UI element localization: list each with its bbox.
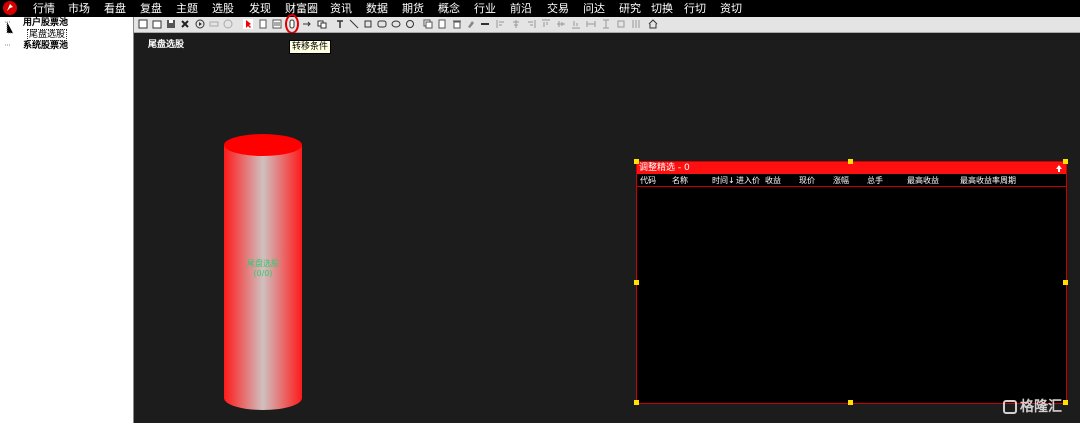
align-center-icon[interactable] bbox=[511, 19, 521, 29]
col-max-return-period[interactable]: 最高收益率周期 bbox=[960, 175, 1016, 186]
menu-item-discover[interactable]: 发现 bbox=[249, 2, 271, 15]
paste-icon[interactable] bbox=[437, 19, 447, 29]
menu-item-news[interactable]: 资讯 bbox=[330, 2, 352, 15]
menu-item-research[interactable]: 研究 bbox=[619, 2, 641, 15]
tree-node-tail-pick[interactable]: 尾盘选股 bbox=[27, 29, 68, 41]
menu-item-watch[interactable]: 看盘 bbox=[104, 2, 126, 15]
tree-node-system-pool[interactable]: 系统股票池 bbox=[23, 41, 68, 51]
line-icon[interactable] bbox=[349, 19, 359, 29]
col-max-return[interactable]: 最高收益 bbox=[907, 175, 939, 186]
line-style-icon[interactable] bbox=[480, 19, 490, 29]
same-height-icon[interactable] bbox=[601, 19, 611, 29]
tooltip-transfer-condition: 转移条件 bbox=[289, 40, 332, 54]
menu-item-row-switch[interactable]: 行切 bbox=[684, 2, 706, 15]
menu-item-replay[interactable]: 复盘 bbox=[140, 2, 162, 15]
tree-node-user-pool[interactable]: 用户股票池 bbox=[23, 18, 68, 28]
menu-item-trade[interactable]: 交易 bbox=[547, 2, 569, 15]
play-icon[interactable] bbox=[195, 19, 205, 29]
resize-handle-ne[interactable] bbox=[1063, 159, 1068, 164]
menu-item-frontier[interactable]: 前沿 bbox=[510, 2, 532, 15]
align-top-icon[interactable] bbox=[541, 19, 551, 29]
menu-item-industry[interactable]: 行业 bbox=[474, 2, 496, 15]
new-file-icon[interactable] bbox=[138, 19, 148, 29]
menu-item-ask[interactable]: 问达 bbox=[583, 2, 605, 15]
paint-icon[interactable] bbox=[466, 19, 476, 29]
ellipse-icon[interactable] bbox=[391, 19, 401, 29]
watermark-text: 格隆汇 bbox=[1020, 399, 1062, 415]
col-return[interactable]: 收益 bbox=[765, 175, 781, 186]
menu-item-fund-switch[interactable]: 资切 bbox=[720, 2, 742, 15]
stock-pool-tree: 用户股票池 尾盘选股 系统股票池 bbox=[0, 17, 134, 423]
collapse-up-icon[interactable] bbox=[1054, 163, 1064, 173]
copy-icon[interactable] bbox=[423, 19, 433, 29]
resize-handle-n[interactable] bbox=[848, 159, 853, 164]
rectangle-icon[interactable] bbox=[363, 19, 373, 29]
col-name[interactable]: 名称 bbox=[672, 175, 688, 186]
menu-bar: 行情 市场 看盘 复盘 主题 选股 发现 财富圈 资讯 数据 期货 概念 行业 … bbox=[0, 0, 1080, 17]
resize-handle-e[interactable] bbox=[1063, 280, 1068, 285]
menu-item-data[interactable]: 数据 bbox=[366, 2, 388, 15]
delete-icon[interactable] bbox=[180, 19, 190, 29]
menu-item-market[interactable]: 市场 bbox=[68, 2, 90, 15]
stop-icon[interactable] bbox=[209, 19, 219, 29]
toolbar bbox=[134, 17, 1080, 33]
page-icon[interactable] bbox=[258, 19, 268, 29]
pause-icon[interactable] bbox=[223, 19, 233, 29]
menu-item-switch[interactable]: 切换 bbox=[651, 2, 673, 15]
rounded-rect-icon[interactable] bbox=[377, 19, 387, 29]
distribute-icon[interactable] bbox=[631, 19, 641, 29]
menu-item-concept[interactable]: 概念 bbox=[438, 2, 460, 15]
align-right-icon[interactable] bbox=[526, 19, 536, 29]
open-folder-icon[interactable] bbox=[152, 19, 162, 29]
resize-handle-nw[interactable] bbox=[634, 159, 639, 164]
align-bottom-icon[interactable] bbox=[571, 19, 581, 29]
align-left-icon[interactable] bbox=[496, 19, 506, 29]
same-width-icon[interactable] bbox=[586, 19, 596, 29]
canvas-title: 尾盘选股 bbox=[148, 40, 185, 50]
resize-handle-sw[interactable] bbox=[634, 400, 639, 405]
cylinder-label-name: 尾盘选股 bbox=[247, 259, 279, 268]
circle-icon[interactable] bbox=[405, 19, 415, 29]
menu-item-quotes[interactable]: 行情 bbox=[33, 2, 55, 15]
panel-column-headers: 代码 名称 时间↓ 进入价 收益 现价 涨幅 总手 最高收益 最高收益率周期 bbox=[637, 175, 1066, 187]
col-code[interactable]: 代码 bbox=[640, 175, 656, 186]
text-icon[interactable] bbox=[335, 19, 345, 29]
menu-item-futures[interactable]: 期货 bbox=[402, 2, 424, 15]
panel-title: 调整精选 - 0 bbox=[639, 163, 690, 173]
pointer-icon[interactable] bbox=[243, 19, 253, 29]
resize-handle-s[interactable] bbox=[848, 400, 853, 405]
result-panel[interactable]: 调整精选 - 0 代码 名称 时间↓ 进入价 收益 现价 涨幅 总手 最高收益 … bbox=[636, 161, 1067, 404]
save-icon[interactable] bbox=[166, 19, 176, 29]
col-change[interactable]: 涨幅 bbox=[833, 175, 849, 186]
menu-item-theme[interactable]: 主题 bbox=[176, 2, 198, 15]
trash-icon[interactable] bbox=[452, 19, 462, 29]
watermark: 格隆汇 bbox=[1003, 396, 1062, 416]
cylinder-label: 尾盘选股 (0/0) bbox=[235, 259, 291, 279]
cylinder-label-count: (0/0) bbox=[253, 269, 273, 278]
app-logo-icon[interactable] bbox=[3, 1, 17, 15]
group-icon[interactable] bbox=[317, 19, 327, 29]
watermark-logo-icon bbox=[1003, 400, 1017, 414]
align-middle-icon[interactable] bbox=[556, 19, 566, 29]
col-volume[interactable]: 总手 bbox=[867, 175, 883, 186]
same-size-icon[interactable] bbox=[616, 19, 626, 29]
resize-handle-se[interactable] bbox=[1063, 400, 1068, 405]
col-time[interactable]: 时间↓ bbox=[712, 175, 735, 186]
resize-handle-w[interactable] bbox=[634, 280, 639, 285]
menu-item-stock-pick[interactable]: 选股 bbox=[212, 2, 234, 15]
col-current-price[interactable]: 现价 bbox=[799, 175, 815, 186]
home-icon[interactable] bbox=[648, 19, 658, 29]
tree-lines-icon bbox=[5, 21, 13, 46]
col-entry-price[interactable]: 进入价 bbox=[736, 175, 760, 186]
